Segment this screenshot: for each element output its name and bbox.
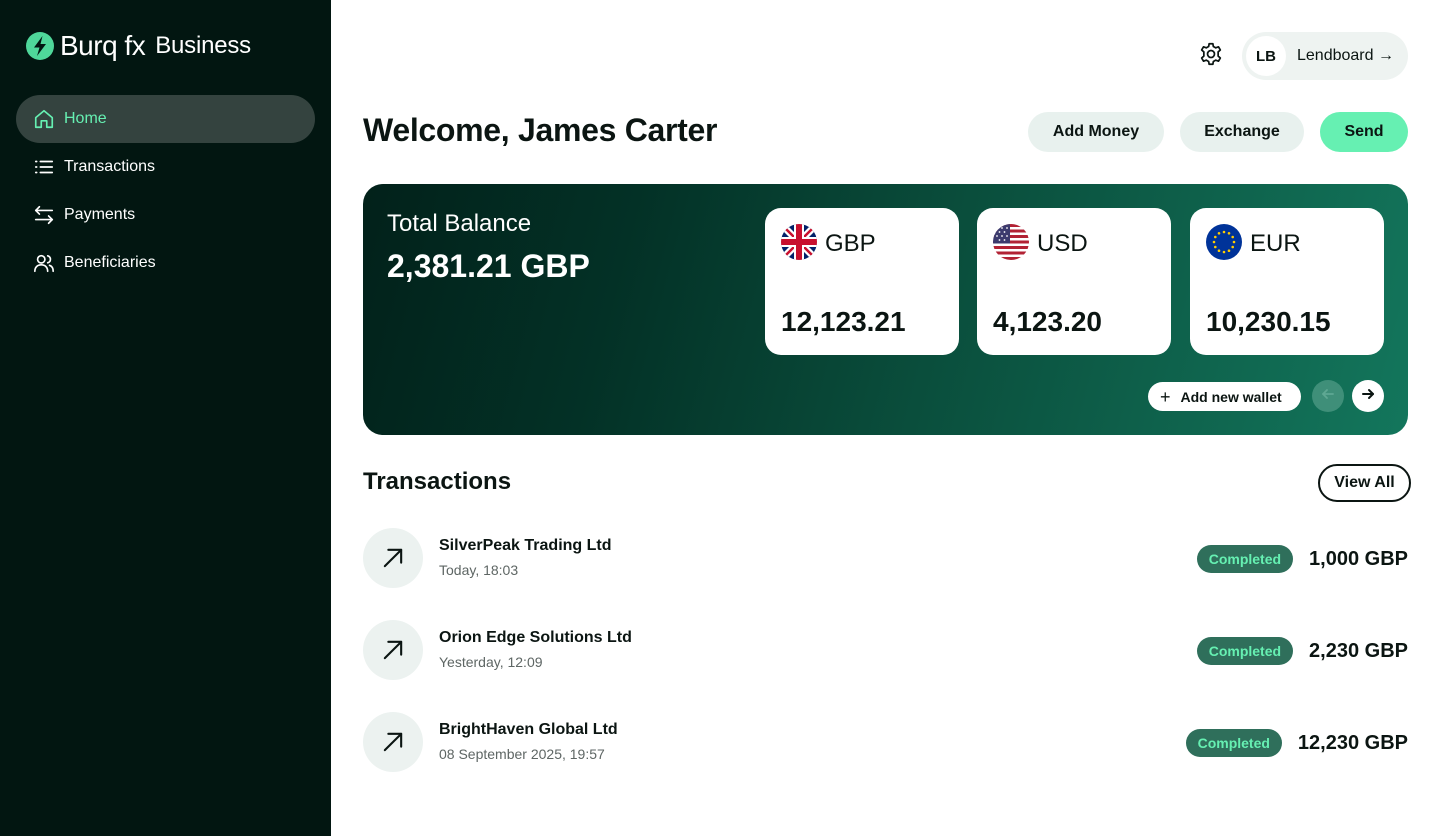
- balance-card: Total Balance 2,381.21 GBP GBP 12,123.21: [363, 184, 1408, 435]
- wallet-card-eur[interactable]: EUR 10,230.15: [1190, 208, 1384, 355]
- add-wallet-label: Add new wallet: [1180, 388, 1282, 405]
- org-name: Lendboard →: [1297, 47, 1394, 64]
- wallet-currency: GBP: [825, 230, 876, 257]
- org-avatar: LB: [1246, 36, 1286, 76]
- total-balance-label: Total Balance: [387, 210, 532, 237]
- brand-name: Burq fx: [60, 30, 146, 61]
- transaction-date: Yesterday, 12:09: [439, 654, 543, 670]
- table-row[interactable]: Orion Edge Solutions Ltd Yesterday, 12:0…: [363, 620, 1408, 680]
- arrow-up-right-icon: [363, 528, 423, 588]
- home-icon: [32, 107, 56, 131]
- wallet-next-button[interactable]: [1352, 380, 1384, 412]
- wallet-card-gbp[interactable]: GBP 12,123.21: [765, 208, 959, 355]
- sidebar-item-label: Home: [64, 110, 107, 127]
- list-icon: [32, 155, 56, 179]
- transaction-amount: 12,230 GBP: [1297, 731, 1408, 754]
- brand-logo[interactable]: Burq fx Business: [26, 30, 251, 62]
- add-money-button[interactable]: Add Money: [1028, 112, 1164, 152]
- arrow-up-right-icon: [363, 712, 423, 772]
- sidebar-item-label: Transactions: [64, 158, 155, 175]
- transaction-summary: Completed 2,230 GBP: [1196, 637, 1408, 665]
- users-icon: [32, 251, 56, 275]
- status-badge: Completed: [1196, 637, 1294, 665]
- transaction-date: Today, 18:03: [439, 562, 519, 578]
- transaction-name: BrightHaven Global Ltd: [439, 721, 618, 738]
- send-button[interactable]: Send: [1320, 112, 1408, 152]
- exchange-button[interactable]: Exchange: [1180, 112, 1304, 152]
- sidebar-item-payments[interactable]: Payments: [16, 191, 315, 239]
- sidebar: Burq fx Business Home Transactions Payme…: [0, 0, 331, 836]
- transaction-name: Orion Edge Solutions Ltd: [439, 629, 632, 646]
- us-flag-icon: [993, 224, 1029, 260]
- arrow-left-icon: [1320, 386, 1336, 407]
- transaction-date: 08 September 2025, 19:57: [439, 746, 605, 762]
- settings-button[interactable]: [1196, 41, 1226, 71]
- transaction-amount: 1,000 GBP: [1309, 547, 1408, 570]
- gear-icon: [1198, 41, 1224, 72]
- sidebar-item-label: Beneficiaries: [64, 254, 156, 271]
- transaction-summary: Completed 1,000 GBP: [1196, 545, 1408, 573]
- sidebar-item-home[interactable]: Home: [16, 95, 315, 143]
- uk-flag-icon: [781, 224, 817, 260]
- wallet-amount: 4,123.20: [993, 306, 1102, 337]
- add-new-wallet-button[interactable]: + Add new wallet: [1148, 382, 1301, 411]
- plus-icon: +: [1160, 386, 1171, 407]
- table-row[interactable]: SilverPeak Trading Ltd Today, 18:03 Comp…: [363, 528, 1408, 588]
- total-balance-value: 2,381.21 GBP: [387, 248, 590, 284]
- arrow-right-icon: [1360, 386, 1376, 407]
- transaction-amount: 2,230 GBP: [1309, 639, 1408, 662]
- page-title: Welcome, James Carter: [363, 112, 718, 148]
- eu-flag-icon: [1206, 224, 1242, 260]
- brand-subtitle: Business: [155, 32, 251, 59]
- transactions-heading: Transactions: [363, 468, 512, 495]
- wallet-currency: EUR: [1250, 230, 1301, 257]
- transaction-name: SilverPeak Trading Ltd: [439, 537, 612, 554]
- wallet-prev-button[interactable]: [1312, 380, 1344, 412]
- wallet-currency: USD: [1037, 230, 1088, 257]
- sidebar-item-label: Payments: [64, 206, 136, 223]
- wallet-amount: 12,123.21: [781, 306, 906, 337]
- sidebar-item-transactions[interactable]: Transactions: [16, 143, 315, 191]
- sidebar-item-beneficiaries[interactable]: Beneficiaries: [16, 239, 315, 287]
- wallet-amount: 10,230.15: [1206, 306, 1331, 337]
- arrow-up-right-icon: [363, 620, 423, 680]
- bolt-icon: [26, 32, 54, 60]
- view-all-button[interactable]: View All: [1318, 464, 1411, 502]
- table-row[interactable]: BrightHaven Global Ltd 08 September 2025…: [363, 712, 1408, 772]
- arrows-swap-icon: [32, 203, 56, 227]
- sidebar-nav: Home Transactions Payments Beneficiaries: [16, 95, 315, 287]
- status-badge: Completed: [1185, 729, 1282, 757]
- wallet-card-usd[interactable]: USD 4,123.20: [977, 208, 1171, 355]
- organization-switcher[interactable]: LB Lendboard →: [1242, 32, 1408, 80]
- status-badge: Completed: [1196, 545, 1294, 573]
- transaction-summary: Completed 12,230 GBP: [1185, 729, 1408, 757]
